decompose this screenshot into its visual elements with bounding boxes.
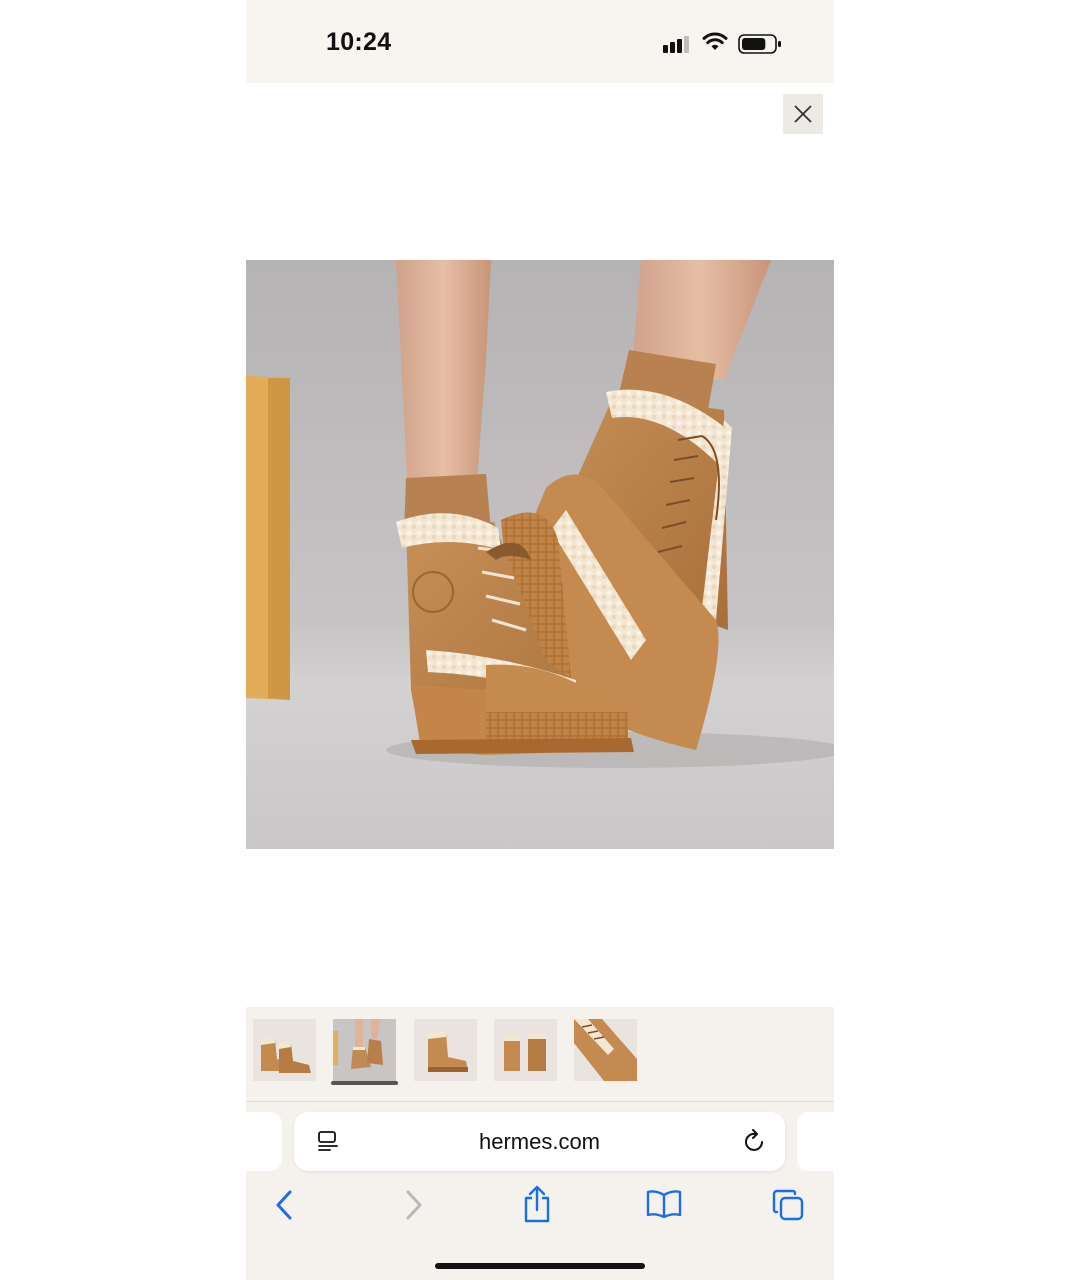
boots-thumb-3-icon bbox=[414, 1019, 477, 1081]
forward-icon[interactable] bbox=[402, 1188, 424, 1222]
thumbnail-strip bbox=[246, 1007, 834, 1101]
phone-screen: 10:24 hermes.com bbox=[246, 0, 834, 1280]
thumbnail-1[interactable] bbox=[253, 1019, 316, 1081]
browser-bottom-bar: hermes.com bbox=[246, 1101, 834, 1280]
battery-icon bbox=[738, 34, 781, 54]
previous-tab-pill[interactable] bbox=[246, 1112, 282, 1171]
bookmarks-icon[interactable] bbox=[646, 1188, 682, 1218]
product-main-image[interactable] bbox=[246, 260, 834, 849]
status-bar: 10:24 bbox=[246, 0, 834, 83]
thumbnail-2[interactable] bbox=[333, 1019, 396, 1081]
reload-icon[interactable] bbox=[743, 1129, 767, 1155]
thumbnail-3[interactable] bbox=[414, 1019, 477, 1081]
boots-thumb-5-icon bbox=[574, 1019, 637, 1081]
back-icon[interactable] bbox=[274, 1188, 296, 1222]
close-button[interactable] bbox=[783, 94, 823, 134]
boots-thumb-4-icon bbox=[494, 1019, 557, 1081]
url-text: hermes.com bbox=[478, 1129, 601, 1154]
address-bar[interactable]: hermes.com bbox=[294, 1112, 785, 1171]
thumbnail-4[interactable] bbox=[494, 1019, 557, 1081]
tabs-icon[interactable] bbox=[772, 1189, 804, 1221]
home-indicator bbox=[435, 1263, 645, 1269]
next-tab-pill[interactable] bbox=[797, 1112, 834, 1171]
thumbnail-5[interactable] bbox=[574, 1019, 637, 1081]
wifi-icon bbox=[702, 32, 728, 50]
selected-thumbnail-indicator bbox=[331, 1081, 398, 1085]
share-icon[interactable] bbox=[522, 1184, 552, 1224]
status-time: 10:24 bbox=[326, 28, 392, 56]
boots-thumb-2-icon bbox=[333, 1019, 396, 1081]
boots-thumb-1-icon bbox=[253, 1019, 316, 1081]
close-icon bbox=[794, 105, 812, 123]
